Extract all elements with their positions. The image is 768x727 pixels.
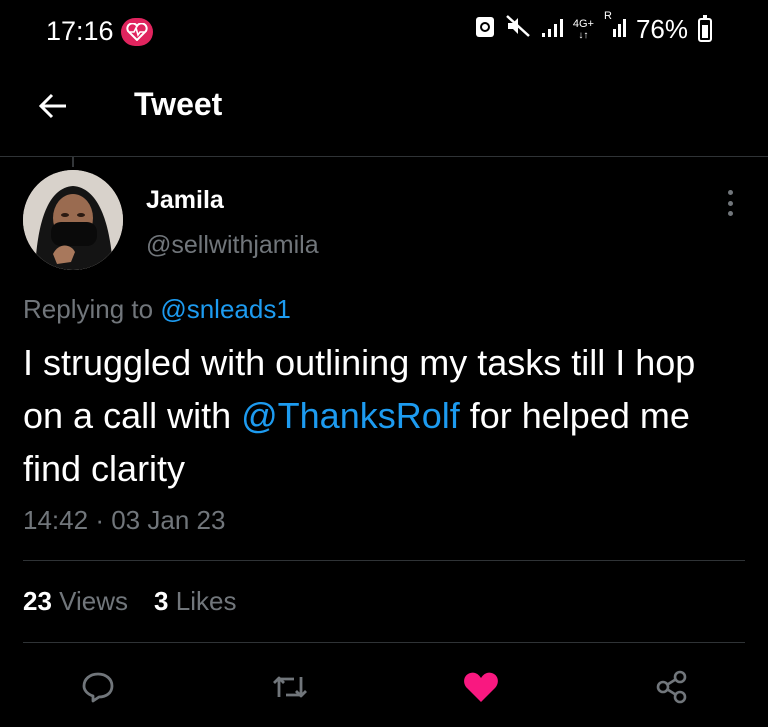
tweet-mention[interactable]: @ThanksRolf: [241, 395, 460, 436]
page-title: Tweet: [134, 86, 223, 122]
status-icons: 4G+ ↓↑ R 76%: [475, 10, 712, 45]
retweet-icon[interactable]: [268, 665, 312, 709]
network-type: 4G+ ↓↑: [572, 17, 594, 41]
tweet-timestamp: 14:42 · 03 Jan 23: [23, 505, 225, 536]
replying-to-mention[interactable]: @snleads1: [160, 294, 290, 324]
divider: [23, 642, 745, 643]
share-icon[interactable]: [650, 665, 694, 709]
reply-icon[interactable]: [76, 665, 120, 709]
status-bar: 17:16 4G+ ↓↑ R 76%: [0, 0, 768, 64]
tweet-text: I struggled with outlining my tasks till…: [23, 336, 743, 495]
network-label: 4G+: [572, 17, 594, 30]
tweet-actions: [0, 665, 768, 711]
top-app-bar: Tweet: [0, 64, 768, 157]
replying-prefix: Replying to: [23, 294, 154, 324]
tweet-time: 14:42: [23, 505, 89, 535]
mute-icon: [505, 14, 531, 45]
more-options-icon[interactable]: [718, 190, 742, 216]
tweet-stats: 23 Views 3 Likes: [23, 586, 236, 617]
replying-to: Replying to @snleads1: [23, 294, 291, 325]
likes-count: 3: [154, 586, 169, 616]
signal-icon: [541, 14, 563, 45]
status-time: 17:16: [46, 16, 114, 46]
back-arrow-icon[interactable]: [34, 86, 74, 126]
likes-stat[interactable]: 3 Likes: [154, 586, 236, 617]
battery-percent: 76%: [635, 14, 688, 44]
likes-label: Likes: [175, 586, 237, 616]
divider: [23, 560, 745, 561]
author-name[interactable]: Jamila: [146, 186, 224, 215]
views-count: 23: [23, 586, 52, 616]
views-stat[interactable]: 23 Views: [23, 586, 128, 617]
thread-line: [72, 157, 74, 167]
avatar[interactable]: [23, 170, 123, 270]
health-app-icon: [121, 18, 153, 46]
like-heart-icon[interactable]: [459, 665, 503, 709]
tweet-date: 03 Jan 23: [111, 505, 226, 535]
roaming-label: R: [603, 10, 612, 22]
author-handle[interactable]: @sellwithjamila: [146, 231, 319, 260]
views-label: Views: [59, 586, 129, 616]
roaming-signal-icon: R: [604, 10, 626, 45]
data-saver-icon: [475, 14, 495, 45]
meta-separator: ·: [95, 505, 104, 535]
battery-icon: [698, 14, 712, 42]
